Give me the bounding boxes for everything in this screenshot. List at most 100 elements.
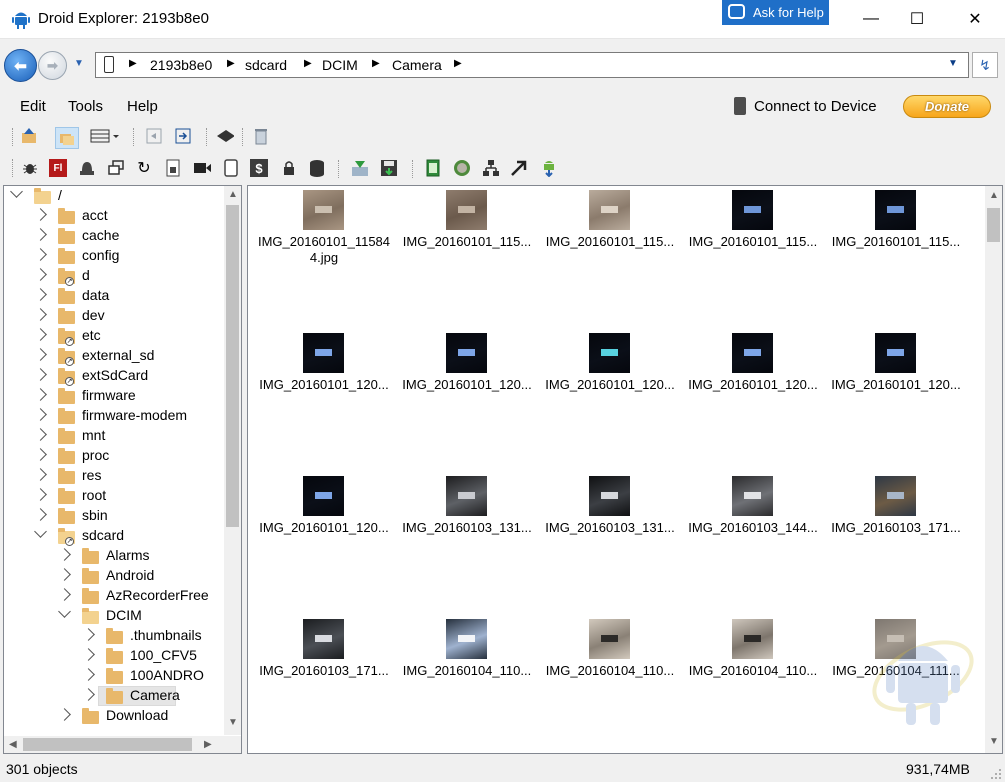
grid-vertical-scroll-thumb[interactable] — [987, 208, 1000, 242]
tree-item[interactable]: cache — [4, 227, 224, 247]
tree-item[interactable]: data — [4, 287, 224, 307]
copy-folder-icon[interactable] — [55, 127, 79, 149]
battery-icon[interactable] — [424, 159, 442, 177]
file-tile[interactable]: IMG_20160101_120... — [254, 331, 394, 431]
forward-button[interactable]: ➡ — [38, 51, 67, 80]
tree-horizontal-scroll-thumb[interactable] — [23, 738, 192, 751]
chevron-right-icon[interactable] — [82, 628, 95, 641]
chevron-right-icon[interactable] — [34, 248, 47, 261]
scroll-down-icon[interactable]: ▼ — [228, 717, 238, 728]
address-bar[interactable]: ▶ 2193b8e0 ▶ sdcard ▶ DCIM ▶ Camera ▶ — [95, 52, 969, 78]
arrow-icon[interactable] — [510, 159, 528, 177]
menu-tools[interactable]: Tools — [68, 98, 103, 115]
file-tile[interactable]: IMG_20160104_110... — [540, 617, 680, 717]
file-tile[interactable]: IMG_20160104_110... — [397, 617, 537, 717]
chevron-right-icon[interactable] — [82, 668, 95, 681]
chevron-right-icon[interactable] — [34, 228, 47, 241]
address-dropdown-icon[interactable]: ▼ — [948, 58, 958, 69]
chevron-down-icon[interactable] — [58, 605, 71, 618]
resize-grip-icon[interactable] — [990, 768, 1002, 780]
tree-item[interactable]: Alarms — [4, 547, 224, 567]
crumb-separator-icon[interactable]: ▶ — [372, 58, 380, 69]
tree-item[interactable]: sbin — [4, 507, 224, 527]
tree-item[interactable]: ↗ etc — [4, 327, 224, 347]
file-tile[interactable]: IMG_20160103_131... — [540, 474, 680, 574]
dollar-icon[interactable]: $ — [250, 159, 268, 177]
chevron-right-icon[interactable] — [34, 408, 47, 421]
maximize-button[interactable]: ☐ — [894, 0, 940, 38]
file-tile[interactable]: IMG_20160101_120... — [540, 331, 680, 431]
save-icon[interactable] — [380, 159, 398, 177]
ask-for-help-button[interactable]: Ask for Help — [722, 0, 829, 25]
file-tile[interactable]: IMG_20160101_115... — [540, 188, 680, 288]
tree-item[interactable]: root — [4, 487, 224, 507]
download-icon[interactable] — [540, 159, 558, 177]
expand-icon[interactable] — [174, 127, 192, 145]
device-icon[interactable] — [222, 159, 240, 177]
scroll-left-icon[interactable]: ◀ — [9, 739, 17, 750]
refresh-icon[interactable]: ↻ — [135, 159, 153, 177]
file-tile[interactable]: IMG_20160101_120... — [254, 474, 394, 574]
camera-icon[interactable] — [193, 159, 211, 177]
bug-icon[interactable] — [21, 159, 39, 177]
tree-item[interactable]: ↗ extSdCard — [4, 367, 224, 387]
grid-vertical-scrollbar[interactable]: ▲ ▼ — [985, 186, 1002, 753]
chevron-right-icon[interactable] — [34, 428, 47, 441]
tree-item[interactable]: config — [4, 247, 224, 267]
crumb-separator-icon[interactable]: ▶ — [454, 58, 462, 69]
chevron-right-icon[interactable] — [34, 328, 47, 341]
network-icon[interactable] — [482, 159, 500, 177]
chevron-right-icon[interactable] — [34, 308, 47, 321]
crumb-device[interactable]: 2193b8e0 — [150, 57, 212, 73]
file-tile[interactable]: IMG_20160101_120... — [826, 331, 966, 431]
chevron-right-icon[interactable] — [34, 508, 47, 521]
file-tile[interactable]: IMG_20160101_115... — [826, 188, 966, 288]
crumb-sdcard[interactable]: sdcard — [245, 57, 287, 73]
tree-item[interactable]: 100_CFV5 — [4, 647, 224, 667]
file-tile[interactable]: IMG_20160103_131... — [397, 474, 537, 574]
tree-item[interactable]: ↗ sdcard — [4, 525, 224, 547]
database-icon[interactable] — [308, 159, 326, 177]
chevron-right-icon[interactable] — [34, 488, 47, 501]
up-folder-icon[interactable] — [20, 127, 38, 145]
menu-help[interactable]: Help — [127, 98, 158, 115]
tree-item[interactable]: firmware-modem — [4, 407, 224, 427]
tree-item[interactable]: acct — [4, 207, 224, 227]
chevron-right-icon[interactable] — [34, 348, 47, 361]
tree-item[interactable]: res — [4, 467, 224, 487]
refresh-button[interactable]: ↯ — [972, 52, 998, 78]
tree-item[interactable]: AzRecorderFree — [4, 587, 224, 607]
apk-icon[interactable] — [164, 159, 182, 177]
minimize-button[interactable]: — — [848, 0, 894, 38]
file-tile[interactable]: IMG_20160101_11584 4.jpg — [254, 188, 394, 288]
alarm-icon[interactable] — [78, 159, 96, 177]
view-mode-icon[interactable] — [90, 127, 120, 145]
file-tile[interactable]: IMG_20160103_144... — [683, 474, 823, 574]
file-tile[interactable]: IMG_20160101_115... — [683, 188, 823, 288]
lock-icon[interactable] — [280, 159, 298, 177]
tree-item[interactable]: firmware — [4, 387, 224, 407]
chevron-right-icon[interactable] — [34, 388, 47, 401]
file-tile[interactable]: IMG_20160104_110... — [683, 617, 823, 717]
tree-vertical-scrollbar[interactable]: ▲ ▼ — [224, 186, 241, 735]
tree-horizontal-scrollbar[interactable]: ◀ ▶ — [4, 736, 241, 753]
tree-item[interactable]: DCIM — [4, 605, 224, 627]
file-tile[interactable]: IMG_20160101_120... — [683, 331, 823, 431]
chevron-right-icon[interactable] — [34, 468, 47, 481]
chevron-right-icon[interactable] — [82, 648, 95, 661]
tree-item[interactable]: proc — [4, 447, 224, 467]
chevron-right-icon[interactable] — [34, 288, 47, 301]
crumb-camera[interactable]: Camera — [392, 57, 442, 73]
scroll-down-icon[interactable]: ▼ — [989, 736, 999, 747]
menu-edit[interactable]: Edit — [20, 98, 46, 115]
back-button[interactable]: ⬅ — [4, 49, 37, 82]
tree-item[interactable]: Camera — [4, 686, 224, 707]
close-button[interactable]: ✕ — [952, 0, 998, 38]
chevron-right-icon[interactable] — [34, 448, 47, 461]
tree-item[interactable]: mnt — [4, 427, 224, 447]
crumb-separator-icon[interactable]: ▶ — [129, 58, 137, 69]
file-tile[interactable]: IMG_20160101_115... — [397, 188, 537, 288]
chevron-right-icon[interactable] — [82, 688, 95, 701]
crumb-separator-icon[interactable]: ▶ — [304, 58, 312, 69]
collapse-icon[interactable] — [145, 127, 163, 145]
